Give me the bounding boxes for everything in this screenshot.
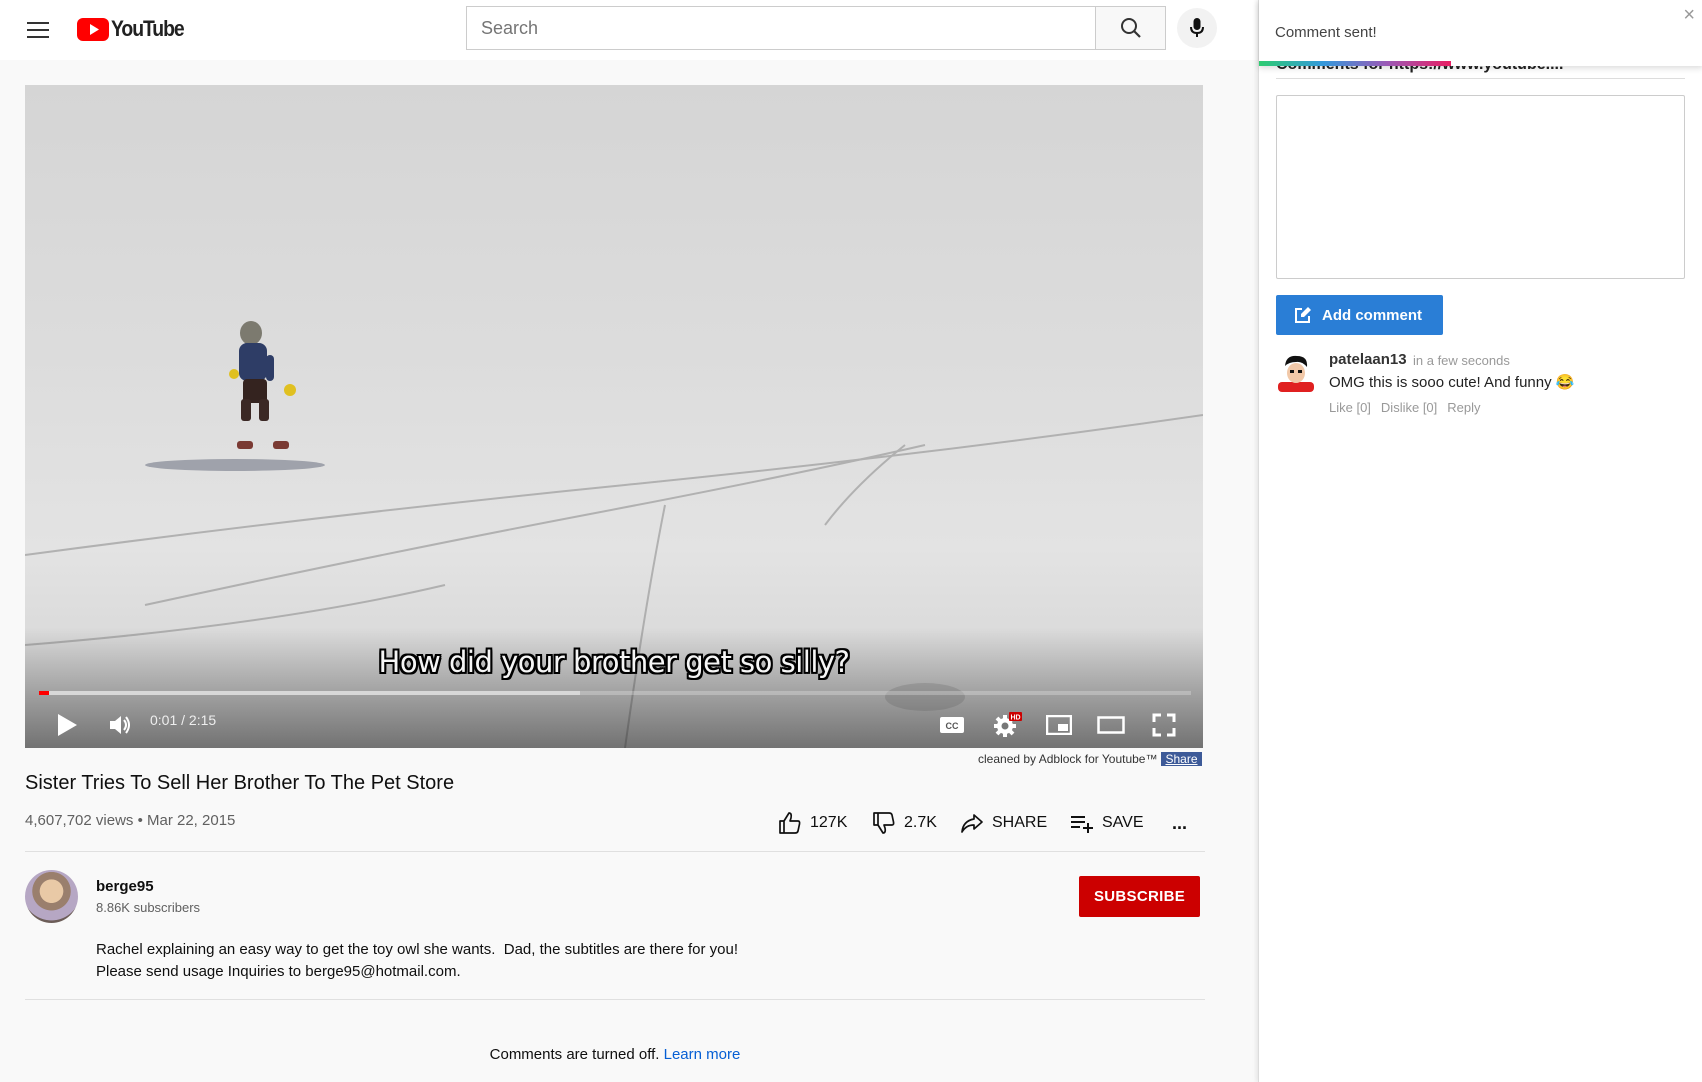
progress-loaded bbox=[39, 691, 581, 695]
comment-dislike-link[interactable]: Dislike [0] bbox=[1381, 400, 1437, 415]
mute-button[interactable] bbox=[103, 707, 139, 743]
voice-search-button[interactable] bbox=[1177, 8, 1217, 48]
comment-textarea[interactable] bbox=[1276, 95, 1685, 279]
add-comment-button[interactable]: Add comment bbox=[1276, 295, 1443, 335]
add-to-playlist-icon bbox=[1071, 816, 1093, 833]
subscriber-count: 8.86K subscribers bbox=[96, 900, 201, 915]
time-display: 0:01 / 2:15 bbox=[150, 712, 217, 728]
play-button[interactable] bbox=[49, 707, 85, 743]
subscribe-button[interactable]: SUBSCRIBE bbox=[1079, 876, 1200, 917]
settings-button[interactable]: HD bbox=[991, 707, 1023, 743]
divider-top bbox=[25, 851, 1205, 852]
progress-played bbox=[39, 691, 50, 695]
dislike-count: 2.7K bbox=[904, 814, 937, 831]
video-views-date: 4,607,702 views • Mar 22, 2015 bbox=[25, 812, 236, 829]
comment-text: OMG this is sooo cute! And funny 😂 bbox=[1329, 374, 1575, 391]
video-title: Sister Tries To Sell Her Brother To The … bbox=[25, 772, 455, 794]
adblock-share-link[interactable]: Share bbox=[1161, 752, 1202, 766]
miniplayer-icon bbox=[1046, 715, 1072, 735]
youtube-page: YouTube Search How did your brother get … bbox=[0, 0, 1258, 1082]
avatar-icon bbox=[1276, 352, 1316, 392]
miniplayer-button[interactable] bbox=[1043, 707, 1075, 743]
share-arrow-icon bbox=[961, 814, 983, 833]
comments-off-notice: Comments are turned off. Learn more bbox=[0, 1046, 1230, 1063]
share-label: SHARE bbox=[992, 814, 1048, 831]
fullscreen-button[interactable] bbox=[1148, 707, 1180, 743]
masthead: YouTube bbox=[0, 0, 1258, 60]
save-label: SAVE bbox=[1102, 814, 1144, 831]
panel-divider bbox=[1276, 78, 1685, 79]
theater-mode-button[interactable] bbox=[1095, 707, 1127, 743]
toast-progress-bar bbox=[1259, 61, 1451, 66]
comment-sent-toast: Comment sent! × bbox=[1259, 0, 1702, 66]
subtitles-button[interactable]: CC bbox=[937, 707, 967, 743]
channel-name[interactable]: berge95 bbox=[96, 878, 154, 895]
video-player[interactable]: How did your brother get so silly? 0:01 … bbox=[25, 85, 1203, 748]
comments-off-text: Comments are turned off. bbox=[489, 1046, 664, 1063]
like-count: 127K bbox=[810, 814, 848, 831]
gear-icon: HD bbox=[994, 712, 1022, 737]
adblock-note: cleaned by Adblock for Youtube™ Share bbox=[978, 752, 1202, 766]
comment-reply-link[interactable]: Reply bbox=[1447, 400, 1480, 415]
comment-like-link[interactable]: Like [0] bbox=[1329, 400, 1371, 415]
edit-icon bbox=[1295, 307, 1311, 323]
microphone-icon bbox=[1190, 18, 1204, 37]
closed-caption-text: How did your brother get so silly? bbox=[378, 645, 850, 679]
search-box bbox=[466, 6, 1096, 50]
save-button[interactable]: SAVE bbox=[1070, 808, 1144, 838]
volume-icon bbox=[110, 716, 130, 734]
comment-actions: Like [0] Dislike [0] Reply bbox=[1329, 400, 1481, 415]
comment-author[interactable]: patelaan13 bbox=[1329, 351, 1407, 368]
cc-icon-label: CC bbox=[946, 721, 959, 731]
fullscreen-icon bbox=[1152, 713, 1176, 737]
youtube-logo[interactable]: YouTube bbox=[77, 15, 193, 43]
search-button[interactable] bbox=[1095, 6, 1166, 50]
add-comment-label: Add comment bbox=[1322, 306, 1423, 324]
search-icon bbox=[1120, 18, 1141, 38]
logo-text: YouTube bbox=[111, 16, 185, 41]
app-window: YouTube Search How did your brother get … bbox=[0, 0, 1702, 1082]
more-actions-button[interactable]: ... bbox=[1172, 808, 1187, 838]
video-description: Rachel explaining an easy way to get the… bbox=[96, 941, 739, 980]
youtube-play-logo-icon bbox=[77, 17, 109, 41]
hd-badge: HD bbox=[1010, 715, 1020, 722]
comment-time: in a few seconds bbox=[1413, 353, 1510, 368]
learn-more-link[interactable]: Learn more bbox=[664, 1046, 741, 1063]
commenter-avatar bbox=[1276, 352, 1316, 392]
search-input[interactable] bbox=[467, 7, 1095, 49]
thumbs-down-icon bbox=[873, 812, 895, 834]
toast-message: Comment sent! bbox=[1275, 24, 1377, 41]
dislike-button[interactable]: 2.7K bbox=[872, 808, 937, 838]
comments-extension-panel: Comment sent! × Comments for https://www… bbox=[1258, 0, 1702, 1082]
like-button[interactable]: 127K bbox=[778, 808, 847, 838]
progress-bar[interactable] bbox=[39, 691, 1191, 695]
theater-mode-icon bbox=[1097, 716, 1125, 734]
channel-avatar[interactable] bbox=[25, 870, 78, 923]
thumbs-up-icon bbox=[779, 812, 801, 834]
closed-captions-icon: CC bbox=[940, 717, 964, 733]
close-icon[interactable]: × bbox=[1683, 4, 1695, 27]
adblock-note-text: cleaned by Adblock for Youtube™ bbox=[978, 752, 1158, 766]
more-horizontal-icon: ... bbox=[1172, 812, 1188, 833]
share-button[interactable]: SHARE bbox=[960, 808, 1047, 838]
play-icon bbox=[58, 714, 77, 736]
hamburger-menu-icon[interactable] bbox=[22, 14, 54, 46]
divider-bottom bbox=[25, 999, 1205, 1000]
